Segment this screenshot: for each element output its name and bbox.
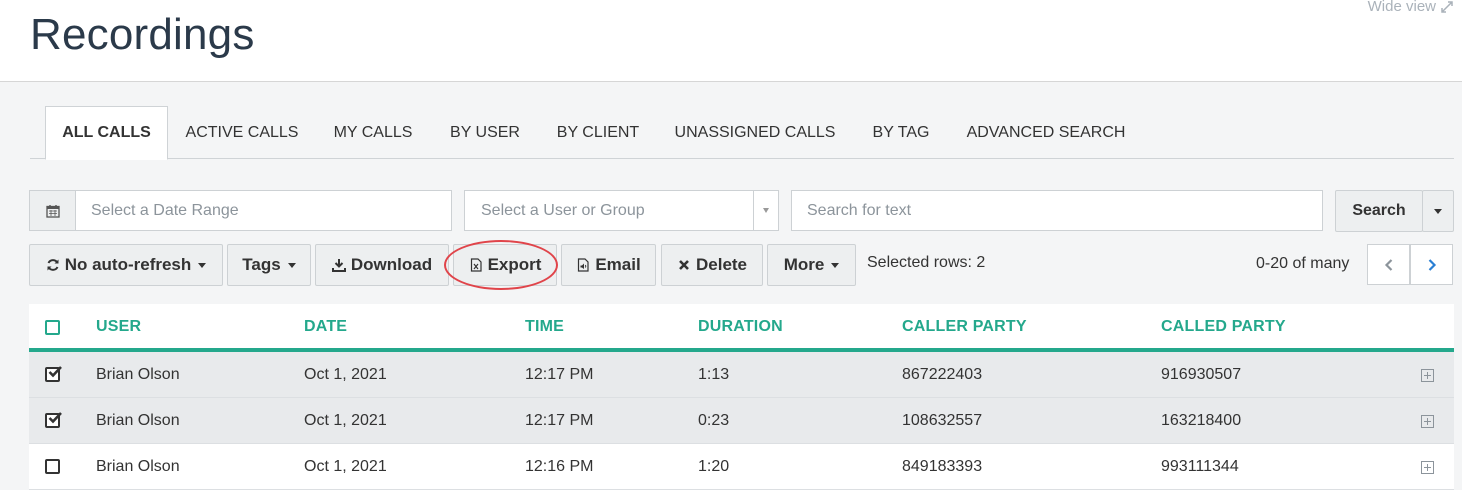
cell-caller-party: 867222403 bbox=[902, 366, 983, 383]
calendar-button[interactable] bbox=[29, 190, 76, 231]
cell-time: 12:17 PM bbox=[525, 366, 594, 383]
column-header-called-party[interactable]: CALLED PARTY bbox=[1161, 318, 1286, 336]
checkmark-icon bbox=[48, 366, 62, 378]
cell-date: Oct 1, 2021 bbox=[304, 366, 387, 383]
download-label: Download bbox=[350, 255, 433, 274]
cell-called-party: 993111344 bbox=[1161, 458, 1239, 475]
cell-duration: 1:13 bbox=[698, 366, 730, 383]
page-title: Recordings bbox=[30, 10, 255, 59]
tab-bar: ALL CALLS ACTIVE CALLS MY CALLS BY USER … bbox=[30, 106, 1454, 160]
caret-down-icon bbox=[1434, 208, 1442, 214]
cell-called-party: 163218400 bbox=[1161, 412, 1242, 429]
row-checkbox[interactable] bbox=[45, 412, 62, 428]
checkmark-icon bbox=[48, 412, 62, 424]
column-header-time[interactable]: TIME bbox=[525, 318, 564, 336]
cell-duration: 0:23 bbox=[698, 412, 730, 429]
expand-row-icon[interactable] bbox=[1421, 369, 1434, 382]
column-header-date[interactable]: DATE bbox=[304, 318, 347, 336]
cell-date: Oct 1, 2021 bbox=[304, 458, 387, 475]
email-label: Email bbox=[595, 255, 641, 274]
expand-row-icon[interactable] bbox=[1421, 415, 1434, 428]
recordings-table: USER DATE TIME DURATION CALLER PARTY CAL… bbox=[29, 304, 1454, 490]
cell-user: Brian Olson bbox=[96, 412, 180, 429]
excel-file-icon bbox=[470, 258, 482, 272]
tab-by-client[interactable]: BY CLIENT bbox=[546, 106, 650, 159]
delete-button[interactable]: Delete bbox=[661, 244, 763, 286]
expand-arrows-icon bbox=[1441, 0, 1453, 13]
user-group-placeholder: Select a User or Group bbox=[481, 201, 645, 219]
cell-time: 12:16 PM bbox=[525, 458, 594, 475]
cell-duration: 1:20 bbox=[698, 458, 730, 475]
tags-dropdown[interactable]: Tags bbox=[227, 244, 311, 286]
cell-user: Brian Olson bbox=[96, 458, 180, 475]
close-icon bbox=[679, 260, 689, 270]
column-header-duration[interactable]: DURATION bbox=[698, 318, 783, 336]
download-icon bbox=[331, 259, 346, 272]
row-checkbox[interactable] bbox=[45, 459, 60, 474]
audio-file-icon bbox=[578, 258, 589, 272]
chevron-right-icon bbox=[1428, 258, 1436, 271]
tab-all-calls[interactable]: ALL CALLS bbox=[45, 106, 168, 160]
more-label: More bbox=[783, 255, 825, 274]
calendar-icon bbox=[45, 204, 60, 218]
page-header: Recordings Wide view bbox=[0, 0, 1462, 82]
table-row[interactable]: Brian Olson Oct 1, 2021 12:17 PM 1:13 86… bbox=[29, 352, 1454, 398]
pagination-text: 0-20 of many bbox=[1256, 255, 1350, 272]
cell-caller-party: 108632557 bbox=[902, 412, 983, 429]
export-button[interactable]: Export bbox=[453, 244, 557, 286]
cell-time: 12:17 PM bbox=[525, 412, 594, 429]
column-header-user[interactable]: USER bbox=[96, 318, 141, 336]
table-row[interactable]: Brian Olson Oct 1, 2021 12:17 PM 0:23 10… bbox=[29, 398, 1454, 444]
table-row[interactable]: Brian Olson Oct 1, 2021 12:16 PM 1:20 84… bbox=[29, 444, 1454, 490]
cell-called-party: 916930507 bbox=[1161, 366, 1242, 383]
date-range-input[interactable]: Select a Date Range bbox=[75, 190, 452, 231]
tab-unassigned-calls[interactable]: UNASSIGNED CALLS bbox=[666, 106, 844, 159]
search-options-button[interactable] bbox=[1422, 190, 1454, 232]
wide-view-toggle[interactable]: Wide view bbox=[1368, 0, 1454, 15]
refresh-icon bbox=[47, 259, 59, 271]
download-button[interactable]: Download bbox=[315, 244, 449, 286]
text-search-input[interactable]: Search for text bbox=[791, 190, 1323, 231]
tab-by-user[interactable]: BY USER bbox=[440, 106, 530, 159]
select-all-checkbox[interactable] bbox=[45, 320, 60, 335]
auto-refresh-label: No auto-refresh bbox=[64, 255, 192, 274]
user-group-select[interactable]: Select a User or Group bbox=[464, 190, 779, 231]
export-label: Export bbox=[487, 255, 542, 274]
recordings-panel: ALL CALLS ACTIVE CALLS MY CALLS BY USER … bbox=[0, 82, 1462, 490]
more-dropdown[interactable]: More bbox=[767, 244, 856, 286]
cell-date: Oct 1, 2021 bbox=[304, 412, 387, 429]
caret-down-icon bbox=[287, 262, 296, 268]
delete-label: Delete bbox=[695, 255, 748, 274]
table-header: USER DATE TIME DURATION CALLER PARTY CAL… bbox=[29, 304, 1454, 352]
previous-page-button[interactable] bbox=[1367, 244, 1410, 285]
expand-row-icon[interactable] bbox=[1421, 461, 1434, 474]
tab-advanced-search[interactable]: ADVANCED SEARCH bbox=[958, 106, 1134, 159]
cell-caller-party: 849183393 bbox=[902, 458, 983, 475]
cell-user: Brian Olson bbox=[96, 366, 180, 383]
column-header-caller-party[interactable]: CALLER PARTY bbox=[902, 318, 1027, 336]
email-button[interactable]: Email bbox=[561, 244, 656, 286]
next-page-button[interactable] bbox=[1410, 244, 1453, 285]
selected-rows-count: Selected rows: 2 bbox=[867, 254, 986, 271]
chevron-left-icon bbox=[1384, 258, 1392, 271]
tab-active-calls[interactable]: ACTIVE CALLS bbox=[172, 106, 312, 159]
auto-refresh-dropdown[interactable]: No auto-refresh bbox=[29, 244, 223, 286]
search-button[interactable]: Search bbox=[1335, 190, 1423, 232]
tags-label: Tags bbox=[242, 255, 281, 274]
tab-by-tag[interactable]: BY TAG bbox=[860, 106, 942, 159]
tab-my-calls[interactable]: MY CALLS bbox=[322, 106, 424, 159]
chevron-down-icon[interactable] bbox=[753, 191, 778, 230]
caret-down-icon bbox=[831, 262, 840, 268]
wide-view-label: Wide view bbox=[1367, 0, 1436, 15]
caret-down-icon bbox=[198, 262, 207, 268]
row-checkbox[interactable] bbox=[45, 366, 62, 382]
